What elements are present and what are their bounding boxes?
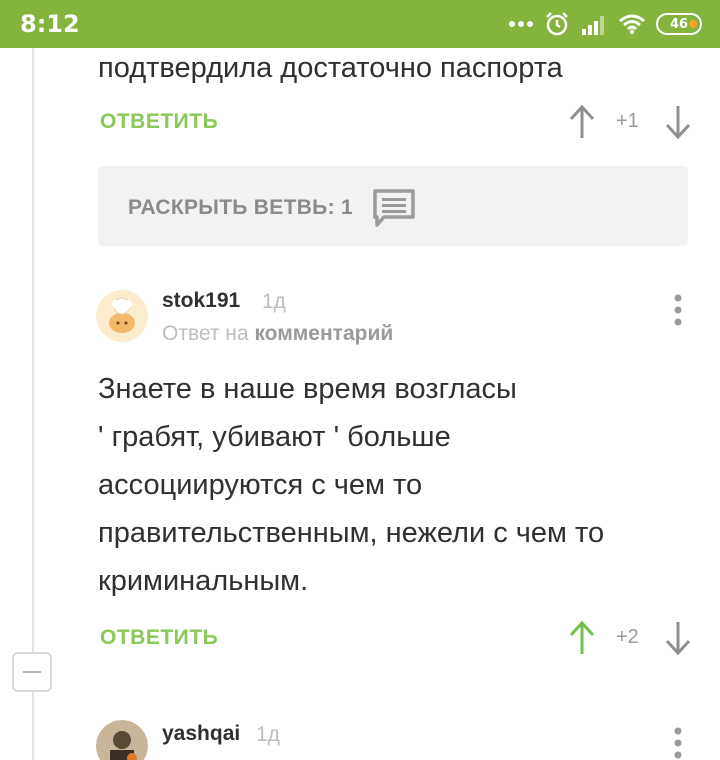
reply-to-link[interactable]: комментарий xyxy=(254,322,393,345)
comment-time: 1д xyxy=(256,723,280,746)
comment-text-line: подтвердила достаточно паспорта xyxy=(98,52,563,84)
status-icons: 46 xyxy=(508,10,702,38)
wifi-icon xyxy=(619,14,645,35)
comment-time: 1д xyxy=(262,290,286,313)
more-options-icon[interactable] xyxy=(673,726,683,760)
status-time: 8:12 xyxy=(20,10,80,38)
reply-button[interactable]: ОТВЕТИТЬ xyxy=(100,626,218,650)
avatar-image xyxy=(96,290,148,342)
vote-score: +1 xyxy=(616,110,639,132)
more-options-icon[interactable] xyxy=(673,293,683,327)
comment-text-line: ассоциируются с чем то xyxy=(98,469,423,501)
signal-icon xyxy=(582,16,604,35)
reply-to-info: Ответ на комментарий xyxy=(162,322,393,346)
comment-text-line: правительственным, нежели с чем то xyxy=(98,517,605,549)
vote-score: +2 xyxy=(616,626,639,648)
expand-thread-button[interactable]: РАСКРЫТЬ ВЕТВЬ: 1 xyxy=(98,166,688,246)
status-bar: 8:12 46 xyxy=(0,0,720,48)
comment-text-line: ' грабят, убивают ' больше xyxy=(98,421,451,453)
comment-text-line: криминальным. xyxy=(98,565,309,597)
downvote-icon[interactable] xyxy=(664,620,692,656)
avatar-image xyxy=(96,720,148,760)
reply-to-prefix: Ответ на xyxy=(162,322,249,345)
downvote-icon[interactable] xyxy=(664,104,692,140)
avatar[interactable] xyxy=(96,720,148,760)
upvote-icon[interactable] xyxy=(568,104,596,140)
comment-icon xyxy=(373,189,415,227)
alarm-icon xyxy=(546,12,568,36)
comment-text-line: Знаете в наше время возгласы xyxy=(98,373,517,405)
reply-button[interactable]: ОТВЕТИТЬ xyxy=(100,110,218,134)
expand-thread-label: РАСКРЫТЬ ВЕТВЬ: 1 xyxy=(128,196,353,219)
battery-level: 46 xyxy=(669,16,689,32)
collapse-thread-button[interactable] xyxy=(12,652,52,692)
comment-username[interactable]: yashqai xyxy=(162,722,240,746)
dots-icon xyxy=(509,21,533,27)
battery-icon: 46 xyxy=(656,13,702,35)
comment-username[interactable]: stok191 xyxy=(162,289,240,313)
upvote-icon[interactable] xyxy=(568,620,596,656)
avatar[interactable] xyxy=(96,290,148,342)
